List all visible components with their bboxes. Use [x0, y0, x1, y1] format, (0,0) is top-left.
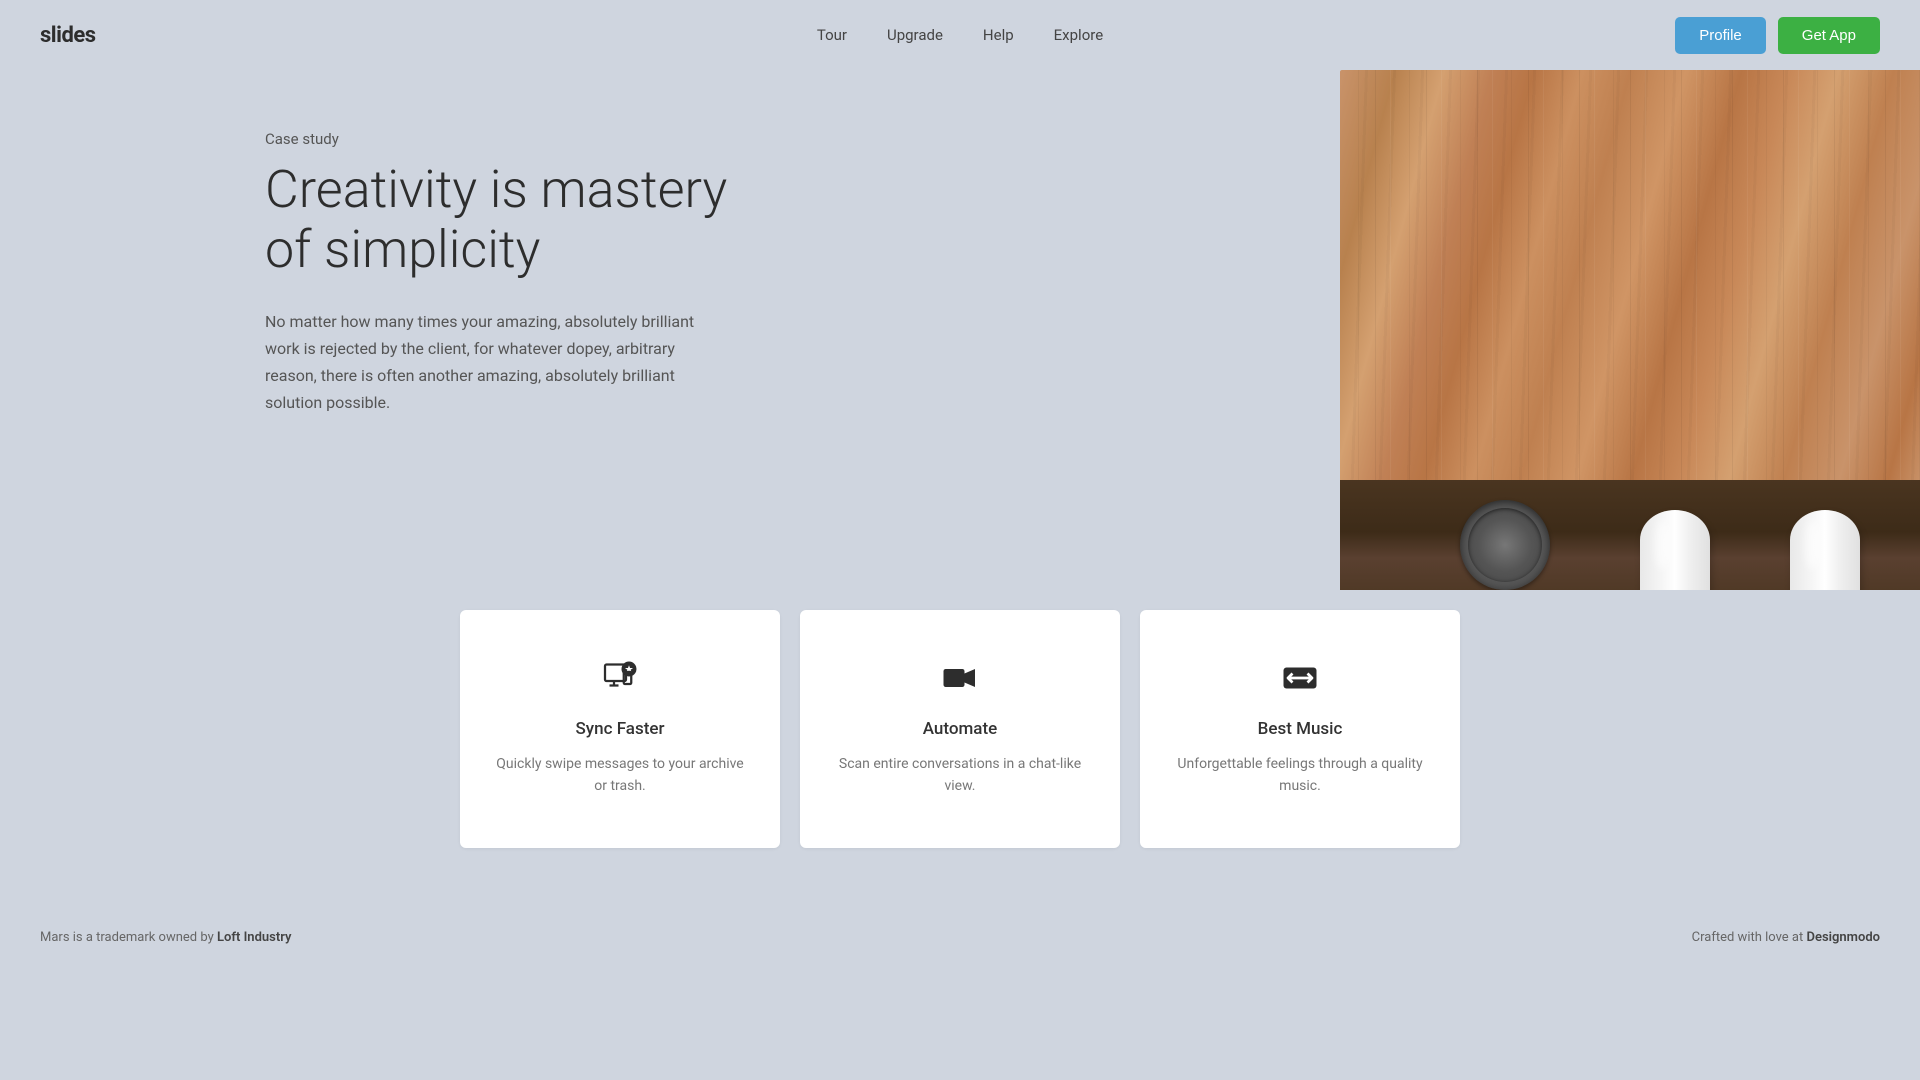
- feature-title-sync: Sync Faster: [576, 719, 665, 739]
- hero-section: Case study Creativity is mastery of simp…: [0, 70, 1920, 590]
- nav-link-tour[interactable]: Tour: [817, 26, 847, 44]
- logo-text: slides: [40, 23, 96, 48]
- feature-title-music: Best Music: [1258, 719, 1343, 739]
- automate-icon: [942, 660, 978, 701]
- hero-description: No matter how many times your amazing, a…: [265, 308, 705, 417]
- logo: slides: [40, 23, 96, 48]
- footer-left: Mars is a trademark owned by Loft Indust…: [40, 930, 291, 945]
- get-app-button[interactable]: Get App: [1778, 17, 1880, 54]
- hero-case-study-label: Case study: [265, 130, 785, 148]
- nav-link-upgrade[interactable]: Upgrade: [887, 26, 943, 44]
- nav-actions: Profile Get App: [1675, 17, 1880, 54]
- speaker-visual: [1320, 70, 1920, 590]
- features-section: Sync Faster Quickly swipe messages to yo…: [0, 610, 1920, 848]
- speaker-feet: [1640, 510, 1860, 590]
- nav-links: Tour Upgrade Help Explore: [817, 26, 1103, 44]
- feature-card-sync: Sync Faster Quickly swipe messages to yo…: [460, 610, 780, 848]
- nav-link-explore[interactable]: Explore: [1054, 26, 1104, 44]
- speaker-foot-right: [1790, 510, 1860, 590]
- hero-content: Case study Creativity is mastery of simp…: [265, 130, 785, 416]
- speaker-wood-top: [1340, 70, 1920, 490]
- feature-description-music: Unforgettable feelings through a quality…: [1170, 753, 1430, 798]
- footer-right: Crafted with love at Designmodo: [1692, 930, 1880, 945]
- speaker-foot-left: [1640, 510, 1710, 590]
- best-music-icon: [1282, 660, 1318, 701]
- speaker-grille: [1460, 500, 1550, 590]
- feature-title-automate: Automate: [923, 719, 998, 739]
- hero-speaker-image: [1320, 70, 1920, 590]
- nav-link-help[interactable]: Help: [983, 26, 1014, 44]
- feature-description-automate: Scan entire conversations in a chat-like…: [830, 753, 1090, 798]
- sync-faster-icon: [602, 660, 638, 701]
- footer-left-brand: Loft Industry: [217, 930, 291, 945]
- feature-card-music: Best Music Unforgettable feelings throug…: [1140, 610, 1460, 848]
- footer-right-brand: Designmodo: [1806, 930, 1880, 945]
- navbar: slides Tour Upgrade Help Explore Profile…: [0, 0, 1920, 70]
- footer: Mars is a trademark owned by Loft Indust…: [0, 908, 1920, 968]
- footer-left-text: Mars is a trademark owned by: [40, 930, 217, 945]
- hero-title: Creativity is mastery of simplicity: [265, 160, 785, 280]
- footer-right-text: Crafted with love at: [1692, 930, 1807, 945]
- profile-button[interactable]: Profile: [1675, 17, 1766, 54]
- feature-card-automate: Automate Scan entire conversations in a …: [800, 610, 1120, 848]
- feature-description-sync: Quickly swipe messages to your archive o…: [490, 753, 750, 798]
